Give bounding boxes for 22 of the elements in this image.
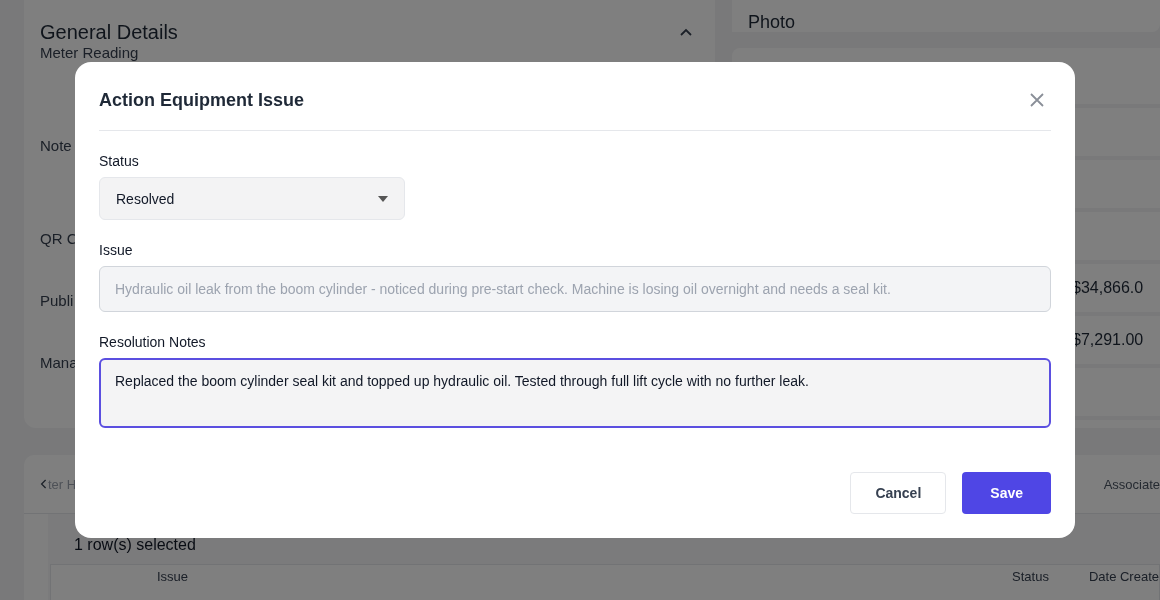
field-label: Resolution Notes xyxy=(99,334,207,350)
notes-field[interactable]: Replaced the boom cylinder seal kit and topped up hydraulic oil. Tested through full lift cycle with no further leak. xyxy=(99,358,1051,428)
column-header: Date Create xyxy=(1088,569,1159,584)
tab[interactable]: Associate xyxy=(1103,476,1160,492)
dialog-title: Action Equipment Issue xyxy=(99,89,305,111)
field-label: Issue xyxy=(99,242,134,258)
cancel-button[interactable]: Cancel xyxy=(850,472,947,514)
caret-icon xyxy=(378,195,388,202)
selection-count: 1 row(s) selected xyxy=(74,536,196,553)
chevron-left-icon[interactable] xyxy=(40,478,48,490)
close-icon[interactable] xyxy=(1029,92,1045,108)
field-label: Publi xyxy=(40,292,74,309)
amount-text: $34,866.0 xyxy=(1072,279,1145,297)
column-header: Status xyxy=(1012,569,1049,584)
field-label: Meter Reading xyxy=(40,44,139,61)
section-title: General Details xyxy=(40,20,178,44)
field-label: Note xyxy=(40,137,72,154)
save-button[interactable]: Save xyxy=(962,472,1051,514)
status-dropdown[interactable]: Resolved xyxy=(99,177,405,220)
column-header: Issue xyxy=(157,569,189,584)
section-title: Photo xyxy=(748,12,796,32)
field-label: Status xyxy=(99,153,140,169)
